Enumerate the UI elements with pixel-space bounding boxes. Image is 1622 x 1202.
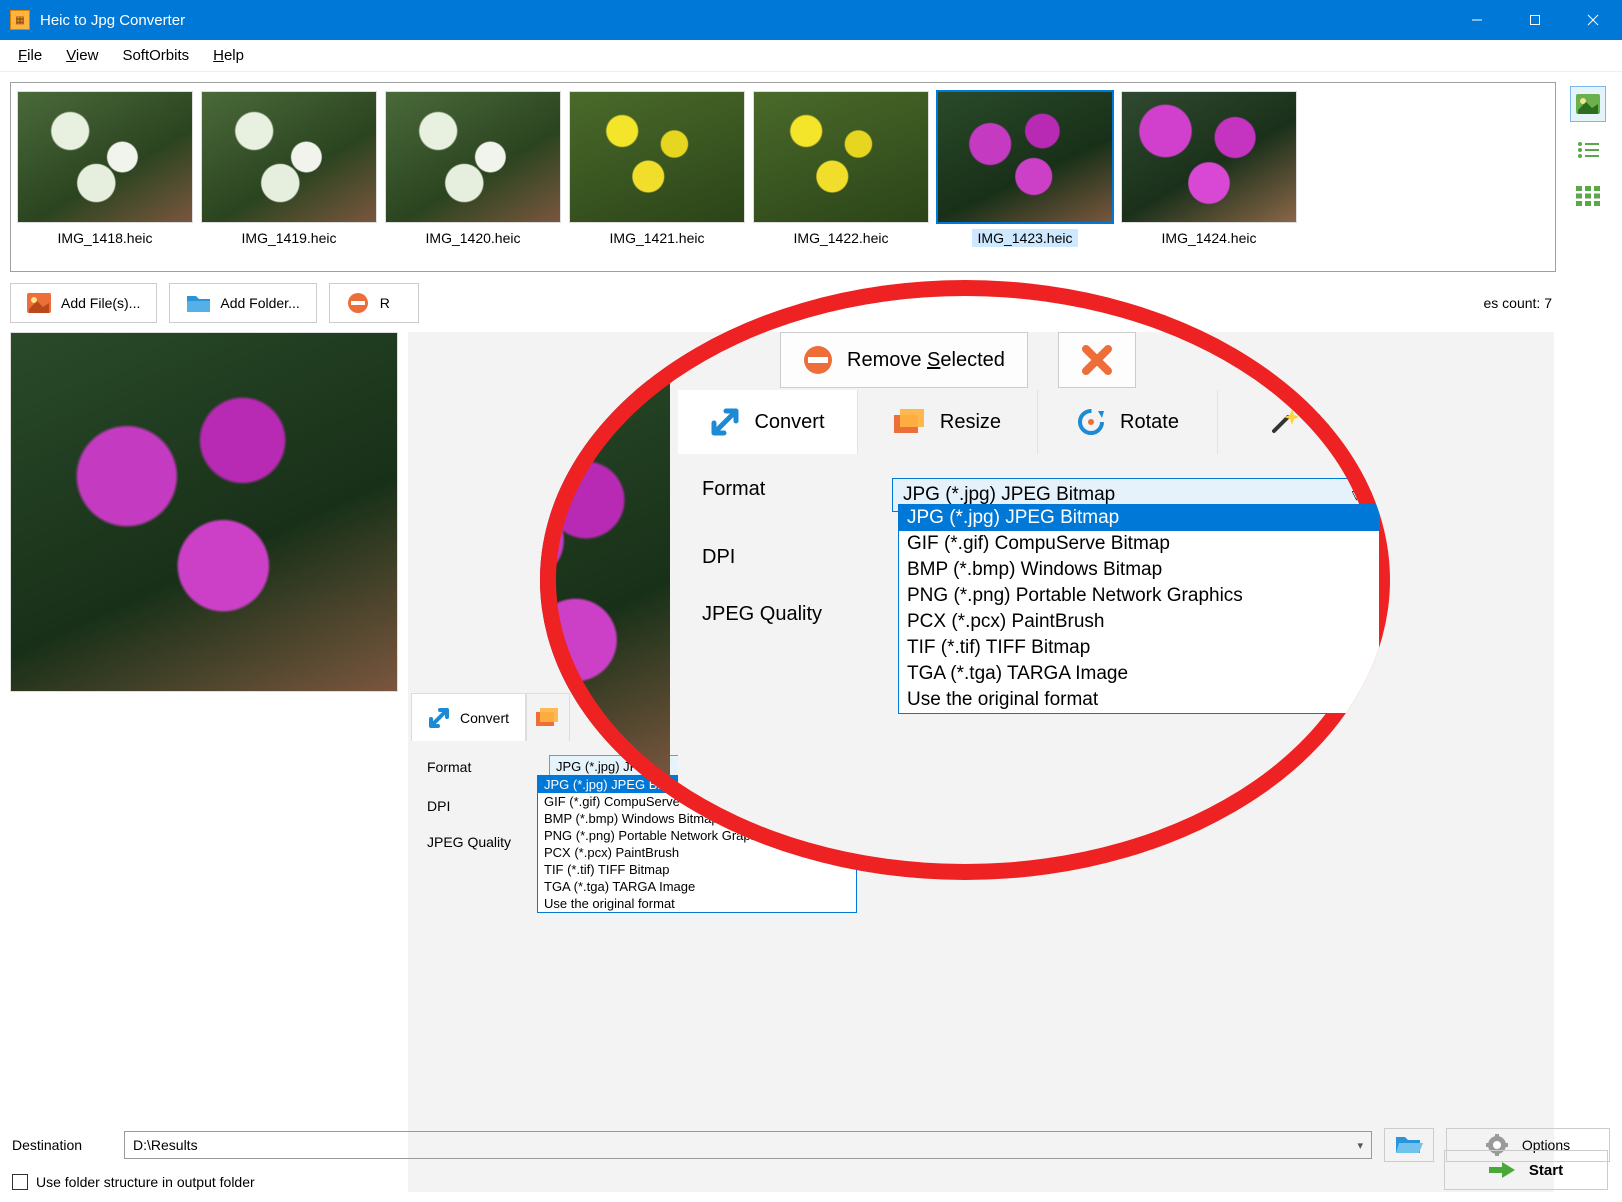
format-option[interactable]: GIF (*.gif) CompuServe Bitmap [899,531,1379,557]
view-switch [1564,82,1612,272]
menu-help[interactable]: Help [201,43,256,68]
x-icon [1081,344,1113,376]
remove-button-partial[interactable]: R [329,283,419,323]
thumbnail-item[interactable]: IMG_1422.heic [753,91,929,263]
app-title: Heic to Jpg Converter [40,12,1448,29]
tab-rotate[interactable]: Rotate [1038,390,1218,454]
view-grid-icon[interactable] [1570,178,1606,214]
format-option[interactable]: Use the original format [899,687,1379,713]
folder-open-icon [1395,1134,1423,1156]
jpeg-quality-label: JPEG Quality [702,603,872,626]
folder-structure-label: Use folder structure in output folder [36,1174,255,1190]
image-icon [27,293,51,313]
thumbnail-item[interactable]: IMG_1418.heic [17,91,193,263]
thumbnail-item[interactable]: IMG_1420.heic [385,91,561,263]
menu-softorbits[interactable]: SoftOrbits [110,43,201,68]
zoom-callout: Remove Selected Convert Resize Rotate [540,280,1390,880]
convert-icon [710,407,740,437]
no-entry-icon [803,345,833,375]
dpi-label: DPI [702,546,872,569]
no-entry-icon [346,293,370,313]
format-option[interactable]: JPG (*.jpg) JPEG Bitmap [899,505,1379,531]
rotate-icon [1076,407,1106,437]
add-folder-button[interactable]: Add Folder... [169,283,316,323]
close-button[interactable] [1564,0,1622,40]
zoom-preview-image [540,380,670,780]
tab-effects[interactable]: Effe [1218,390,1390,454]
format-option[interactable]: BMP (*.bmp) Windows Bitmap [899,557,1379,583]
play-icon [1489,1160,1515,1180]
format-label: Format [702,478,872,501]
folder-structure-checkbox[interactable] [12,1174,28,1190]
chevron-down-icon: ▽ [1352,488,1361,502]
folder-icon [186,293,210,313]
start-button[interactable]: Start [1444,1150,1608,1190]
format-option[interactable]: TGA (*.tga) TARGA Image [899,661,1379,687]
thumbnail-item[interactable]: IMG_1421.heic [569,91,745,263]
format-option[interactable]: TIF (*.tif) TIFF Bitmap [899,635,1379,661]
tab-convert[interactable]: Convert [678,390,858,454]
bottom-bar: Destination D:\Results▾ Options Use fold… [12,1128,1610,1190]
jpeg-quality-label: JPEG Quality [427,834,537,850]
format-dropdown[interactable]: JPG (*.jpg) JPEG Bitmap GIF (*.gif) Comp… [898,504,1380,714]
destination-label: Destination [12,1137,112,1153]
tab-convert[interactable]: Convert [411,693,526,741]
menubar: File View SoftOrbits Help [0,40,1622,72]
tab-resize[interactable]: Resize [858,390,1038,454]
titlebar: ▦ Heic to Jpg Converter [0,0,1622,40]
maximize-button[interactable] [1506,0,1564,40]
format-option[interactable]: PCX (*.pcx) PaintBrush [899,609,1379,635]
format-option[interactable]: PNG (*.png) Portable Network Graphics [899,583,1379,609]
app-icon: ▦ [10,10,30,30]
resize-icon [894,409,926,435]
view-list-icon[interactable] [1570,132,1606,168]
browse-destination-button[interactable] [1384,1128,1434,1162]
chevron-down-icon: ▾ [1357,1139,1363,1152]
add-files-button[interactable]: Add File(s)... [10,283,157,323]
minimize-button[interactable] [1448,0,1506,40]
destination-input[interactable]: D:\Results▾ [124,1131,1372,1159]
thumbnail-strip[interactable]: IMG_1418.heic IMG_1419.heic IMG_1420.hei… [10,82,1556,272]
menu-view[interactable]: View [54,43,110,68]
remove-selected-button[interactable]: Remove Selected [780,332,1028,388]
files-count-label: es count: 7 [1484,295,1553,311]
view-thumbs-icon[interactable] [1570,86,1606,122]
format-option[interactable]: TGA (*.tga) TARGA Image [538,878,856,895]
preview-image [10,332,398,692]
thumbnail-item[interactable]: IMG_1424.heic [1121,91,1297,263]
dpi-label: DPI [427,798,537,814]
convert-icon [428,707,450,729]
format-label: Format [427,759,537,775]
format-option[interactable]: Use the original format [538,895,856,912]
menu-file[interactable]: File [6,43,54,68]
thumbnail-item[interactable]: IMG_1423.heic [937,91,1113,263]
thumbnail-item[interactable]: IMG_1419.heic [201,91,377,263]
remove-all-button[interactable] [1058,332,1136,388]
wand-icon [1268,407,1298,437]
